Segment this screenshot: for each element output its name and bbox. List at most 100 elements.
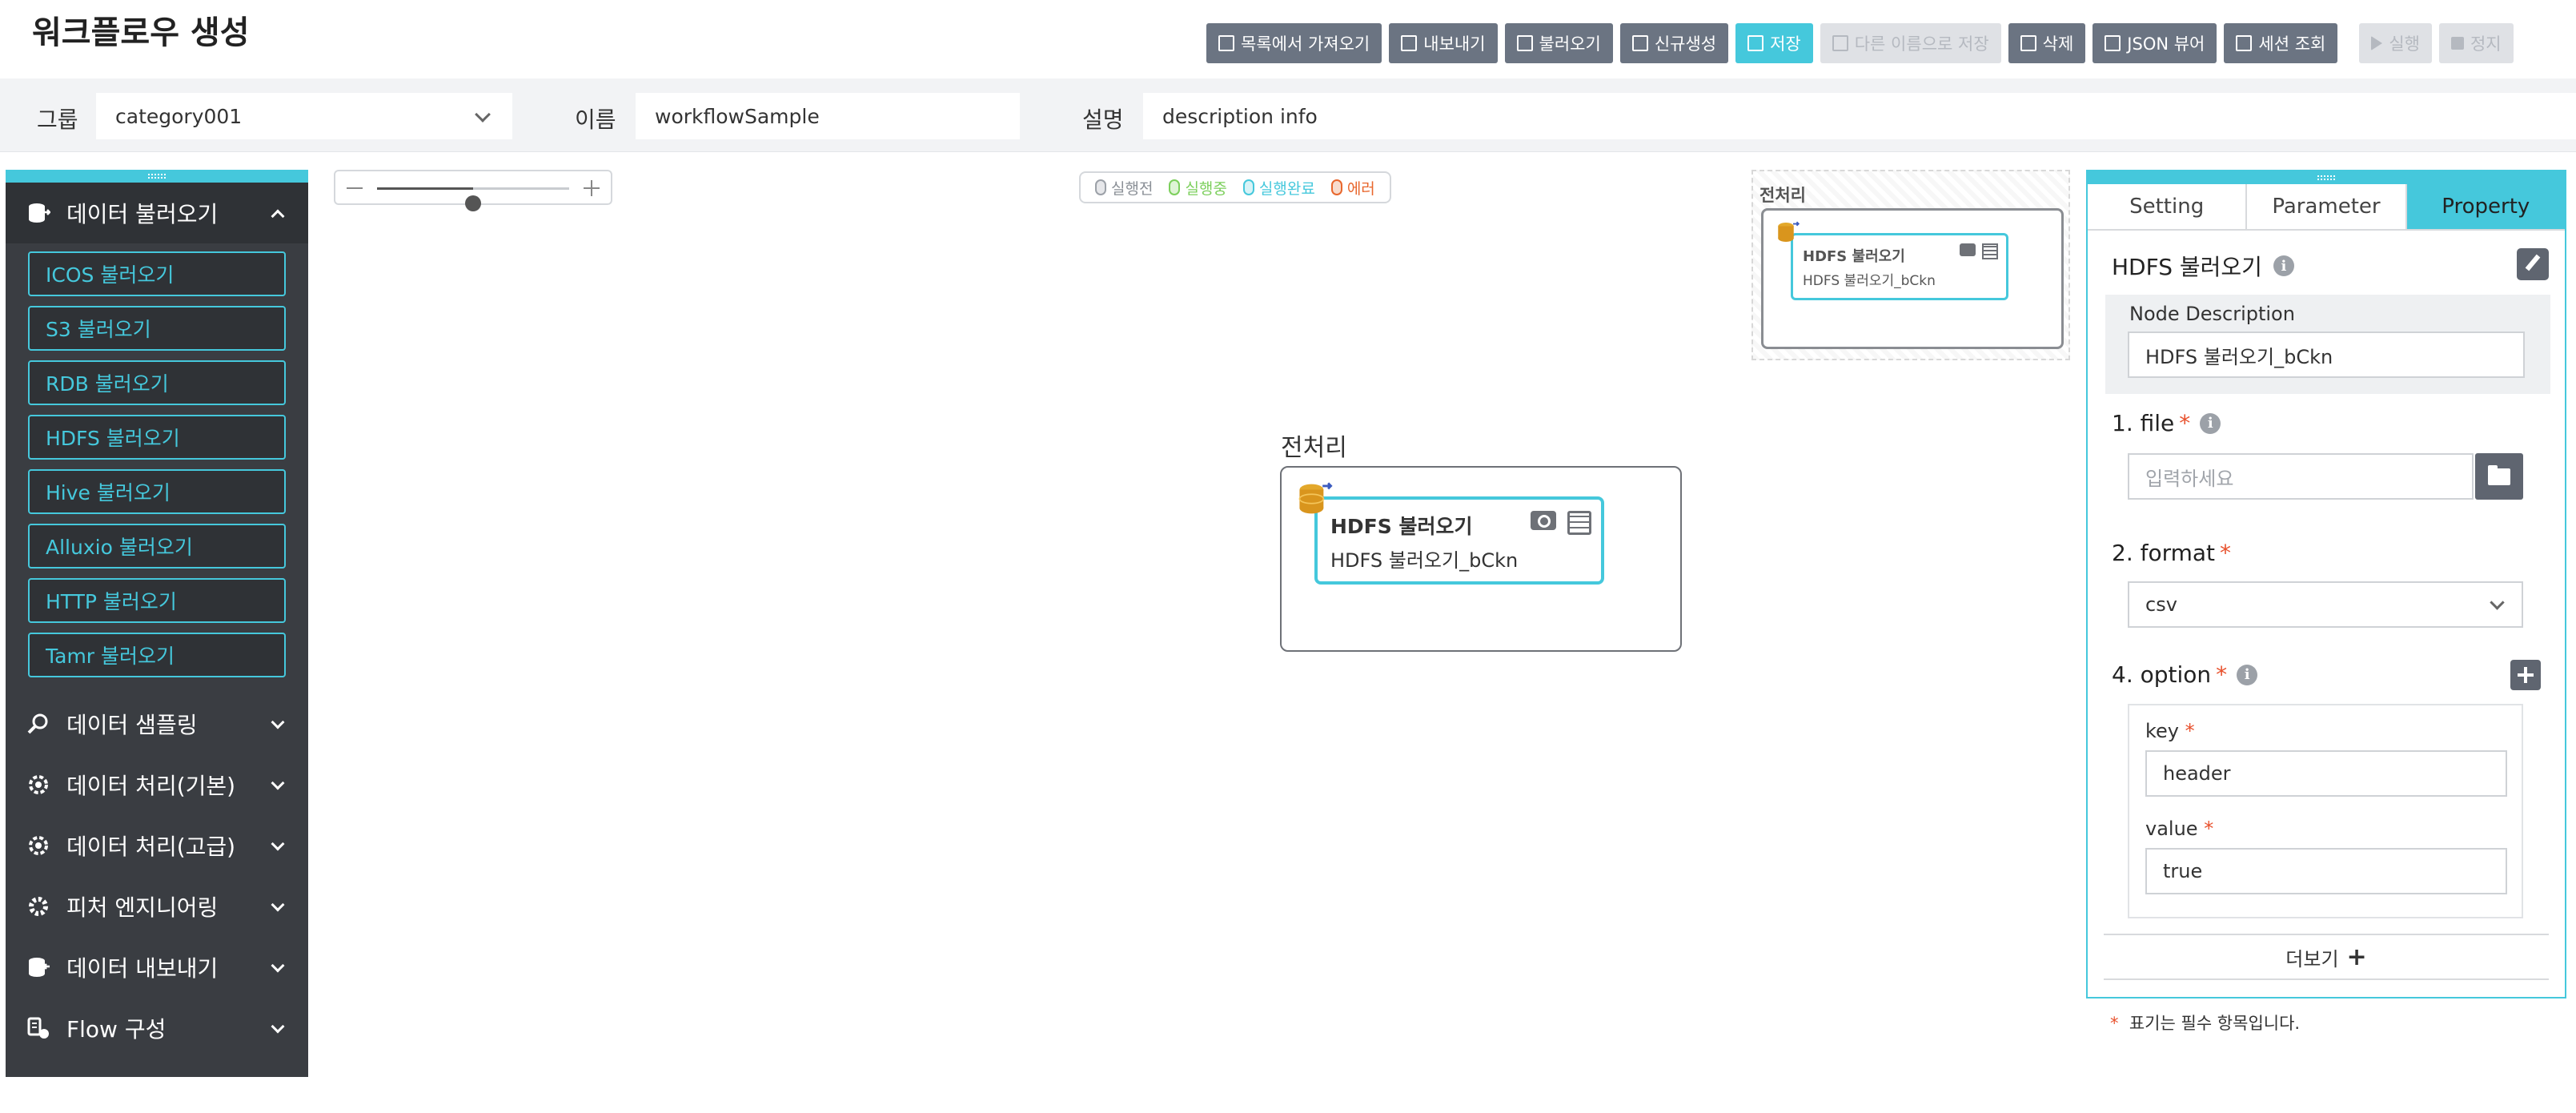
workflow-meta-bar: 그룹 category001 이름 workflowSample 설명 desc… <box>0 78 2576 152</box>
palette-item-hive-load[interactable]: Hive 불러오기 <box>28 469 286 514</box>
folder-icon[interactable] <box>2475 453 2523 500</box>
legend-item-running: 실행중 <box>1169 177 1227 199</box>
trash-icon <box>2020 35 2036 51</box>
zoom-slider[interactable] <box>377 187 569 211</box>
delete-button[interactable]: 삭제 <box>2008 23 2086 63</box>
palette-item-http-load[interactable]: HTTP 불러오기 <box>28 578 286 623</box>
group-select[interactable]: category001 <box>96 93 512 139</box>
palette-item-hdfs-load[interactable]: HDFS 불러오기 <box>28 415 286 460</box>
stop-button[interactable]: 정지 <box>2438 23 2514 63</box>
sidebar-category-feature-engineering[interactable]: 피처 엔지니어링 <box>6 876 308 937</box>
palette-item-rdb-load[interactable]: RDB 불러오기 <box>28 360 286 405</box>
status-dot-icon <box>1169 179 1181 195</box>
node-palette-sidebar: 데이터 불러오기 ICOS 불러오기 S3 불러오기 RDB 불러오기 HDFS… <box>6 170 308 1077</box>
database-export-icon <box>26 955 50 979</box>
name-input[interactable]: workflowSample <box>636 93 1020 139</box>
sidebar-category-data-load-items: ICOS 불러오기 S3 불러오기 RDB 불러오기 HDFS 불러오기 Hiv… <box>6 243 308 693</box>
new-button[interactable]: 신규생성 <box>1619 23 1729 63</box>
session-view-button[interactable]: 세션 조회 <box>2224 23 2338 63</box>
more-button[interactable]: 더보기 + <box>2104 934 2549 980</box>
sidebar-resize-handle[interactable] <box>6 170 308 183</box>
zoom-out-icon[interactable] <box>347 187 363 189</box>
tab-parameter[interactable]: Parameter <box>2247 184 2407 229</box>
chevron-down-icon <box>271 1019 285 1034</box>
table-icon[interactable] <box>1567 511 1591 535</box>
property-panel: Setting Parameter Property HDFS 불러오기 i N… <box>2086 170 2566 998</box>
panel-resize-handle[interactable] <box>2088 171 2565 184</box>
play-icon <box>2371 36 2383 50</box>
option-value-input[interactable]: true <box>2145 848 2507 894</box>
load-button[interactable]: 불러오기 <box>1504 23 1613 63</box>
chevron-down-icon <box>271 898 285 912</box>
info-icon[interactable]: i <box>2273 255 2294 276</box>
run-button[interactable]: 실행 <box>2359 23 2432 63</box>
drag-dots-icon <box>2317 175 2335 180</box>
magnifier-icon <box>26 712 50 736</box>
code-icon <box>2105 35 2121 51</box>
tab-setting[interactable]: Setting <box>2088 184 2248 229</box>
node-title: HDFS 불러오기 <box>1330 515 1473 538</box>
workflow-node-hdfs-load[interactable]: HDFS 불러오기 HDFS 불러오기_bCkn <box>1314 496 1604 585</box>
import-from-list-button[interactable]: 목록에서 가져오기 <box>1206 23 1382 63</box>
zoom-in-icon-vertical[interactable] <box>591 180 592 196</box>
option-value-label: value * <box>2145 818 2214 840</box>
node-actions <box>1531 511 1591 535</box>
node-description-label: Node Description <box>2129 303 2295 325</box>
list-icon <box>1218 35 1234 51</box>
zoom-slider-thumb[interactable] <box>465 195 481 211</box>
toolbar: 목록에서 가져오기 내보내기 불러오기 신규생성 저장 다른 이름으로 저장 삭… <box>1206 23 2514 63</box>
legend-item-before-run: 실행전 <box>1095 177 1153 199</box>
palette-item-s3-load[interactable]: S3 불러오기 <box>28 306 286 351</box>
format-select[interactable]: csv <box>2128 581 2523 628</box>
minimap[interactable]: 전처리 HDFS 불러오기 HDFS 불러오기_bCkn <box>1751 170 2070 360</box>
edit-button[interactable] <box>2517 248 2549 280</box>
status-dot-icon <box>1095 179 1106 195</box>
palette-item-tamr-load[interactable]: Tamr 불러오기 <box>28 633 286 677</box>
chevron-up-icon <box>271 209 285 223</box>
search-doc-icon <box>2236 35 2253 51</box>
json-viewer-button[interactable]: JSON 뷰어 <box>2092 23 2217 63</box>
palette-item-alluxio-load[interactable]: Alluxio 불러오기 <box>28 524 286 569</box>
sidebar-category-data-export[interactable]: 데이터 내보내기 <box>6 937 308 998</box>
database-import-icon <box>26 201 50 225</box>
save-as-button[interactable]: 다른 이름으로 저장 <box>1820 23 2001 63</box>
camera-icon[interactable] <box>1531 511 1556 530</box>
status-dot-icon <box>1242 179 1254 195</box>
sidebar-category-flow-composition[interactable]: Flow 구성 <box>6 998 308 1059</box>
add-option-button[interactable] <box>2510 660 2541 690</box>
sidebar-category-data-processing-advanced[interactable]: 데이터 처리(고급) <box>6 815 308 876</box>
workflow-group-title: 전처리 <box>1281 434 1347 462</box>
panel-title: HDFS 불러오기 i <box>2112 250 2294 282</box>
option-key-input[interactable]: header <box>2145 750 2507 797</box>
stop-icon <box>2450 37 2464 50</box>
minimap-node-actions <box>1960 243 1998 259</box>
status-legend: 실행전 실행중 실행완료 에러 <box>1079 171 1391 203</box>
export-button[interactable]: 내보내기 <box>1389 23 1498 63</box>
node-description-input[interactable]: HDFS 불러오기_bCkn <box>2128 331 2525 378</box>
file-input[interactable]: 입력하세요 <box>2128 453 2474 500</box>
group-label: 그룹 <box>37 106 78 133</box>
chevron-down-icon <box>271 958 285 973</box>
legend-item-error: 에러 <box>1330 177 1375 199</box>
palette-item-icos-load[interactable]: ICOS 불러오기 <box>28 251 286 296</box>
info-icon[interactable]: i <box>2237 664 2258 685</box>
export-icon <box>1401 35 1418 51</box>
node-name: HDFS 불러오기_bCkn <box>1330 549 1519 572</box>
gear-icon <box>26 834 50 858</box>
sidebar-category-data-processing-basic[interactable]: 데이터 처리(기본) <box>6 754 308 815</box>
description-input[interactable]: description info <box>1143 93 2576 139</box>
database-icon <box>1778 221 1800 242</box>
gear-icon <box>26 773 50 797</box>
chevron-down-icon <box>475 106 491 123</box>
save-button[interactable]: 저장 <box>1735 23 1813 63</box>
sidebar-category-data-sampling[interactable]: 데이터 샘플링 <box>6 693 308 754</box>
file-label: 1. file * i <box>2112 410 2221 436</box>
legend-item-done: 실행완료 <box>1242 177 1315 199</box>
sidebar-category-data-load[interactable]: 데이터 불러오기 <box>6 183 308 243</box>
status-dot-icon <box>1330 179 1342 195</box>
drag-dots-icon <box>148 174 166 179</box>
camera-icon <box>1960 243 1976 256</box>
info-icon[interactable]: i <box>2200 412 2221 434</box>
page-title: 워크플로우 생성 <box>32 14 250 51</box>
tab-property[interactable]: Property <box>2406 184 2565 229</box>
